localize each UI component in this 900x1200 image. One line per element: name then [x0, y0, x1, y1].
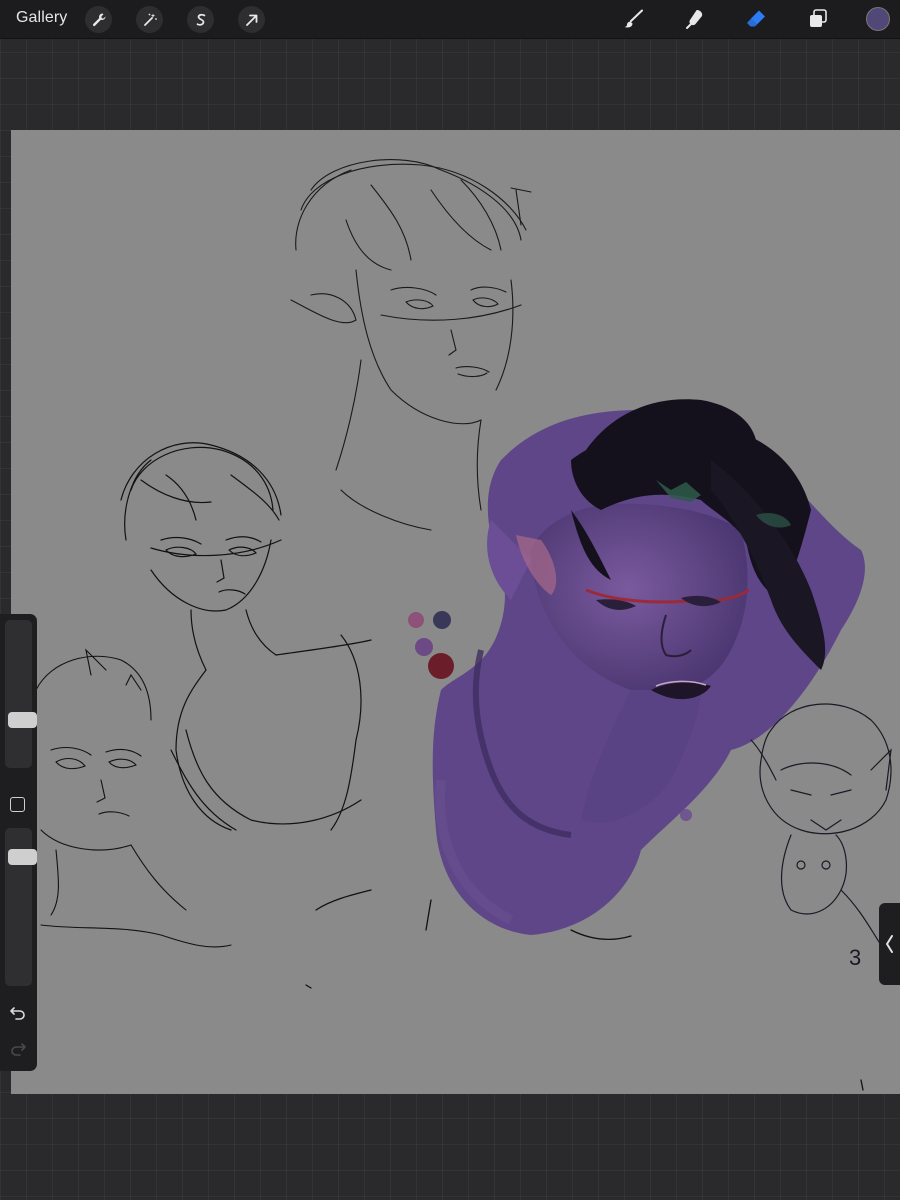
painted-purple-head [432, 399, 865, 935]
wrench-icon [92, 13, 105, 26]
redo-button[interactable] [8, 1039, 28, 1059]
transform-button[interactable] [238, 6, 265, 33]
color-picker-button[interactable] [866, 7, 890, 31]
eraser-icon [747, 10, 765, 27]
layers-icon [810, 9, 827, 27]
reference-panel-tab[interactable] [879, 903, 900, 985]
selection-button[interactable] [187, 6, 214, 33]
sketch-left-head [35, 648, 232, 948]
doodle-text: 3 [849, 945, 861, 970]
eraser-tool-button[interactable] [742, 5, 770, 33]
layers-button[interactable] [804, 5, 832, 33]
artwork: 3 [35, 159, 892, 1091]
undo-button[interactable] [8, 1003, 28, 1023]
undo-icon [10, 1007, 25, 1020]
smudge-tool-button[interactable] [681, 5, 709, 33]
stray-strokes [305, 889, 864, 1091]
modify-square-icon[interactable] [10, 797, 25, 812]
magic-wand-icon [143, 13, 157, 26]
selection-icon [196, 13, 205, 26]
opacity-slider[interactable] [5, 828, 37, 986]
chevron-left-icon [885, 935, 893, 953]
brush-size-slider[interactable] [5, 620, 37, 768]
procreate-app: Gallery 3 [0, 0, 900, 1200]
opacity-thumb[interactable] [8, 849, 37, 865]
gallery-button[interactable]: Gallery [16, 9, 67, 27]
drawing-canvas[interactable]: 3 [11, 130, 900, 1094]
brush-icon [624, 9, 643, 28]
redo-icon [11, 1043, 26, 1056]
brush-tool-button[interactable] [619, 5, 647, 33]
left-sidebar [0, 614, 37, 1071]
brush-size-thumb[interactable] [8, 712, 37, 728]
adjustments-button[interactable] [136, 6, 163, 33]
transform-arrow-icon [245, 14, 257, 26]
top-toolbar: Gallery [0, 0, 900, 39]
color-palette-swatches [408, 611, 454, 679]
sketch-middle-head [120, 442, 372, 831]
sketch-chibi-doodle [750, 703, 892, 946]
smudge-icon [686, 10, 703, 29]
actions-button[interactable] [85, 6, 112, 33]
